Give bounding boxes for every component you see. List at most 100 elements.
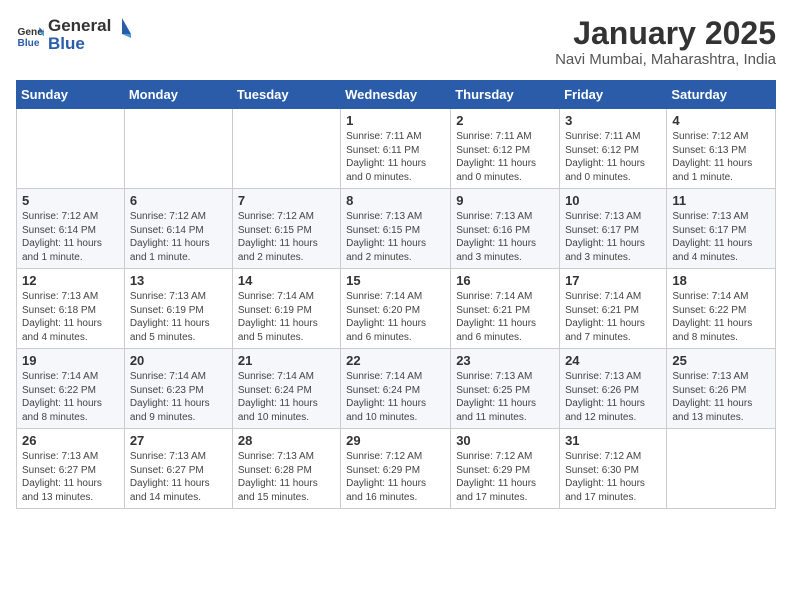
day-number: 10	[565, 193, 661, 208]
calendar-week-row: 5Sunrise: 7:12 AM Sunset: 6:14 PM Daylig…	[17, 189, 776, 269]
calendar-cell: 18 Sunrise: 7:14 AM Sunset: 6:22 PM Dayli…	[667, 269, 776, 349]
day-number: 7	[238, 193, 335, 208]
day-number: 28	[238, 433, 335, 448]
cell-content: Sunrise: 7:14 AM Sunset: 6:23 PM Dayligh…	[130, 370, 227, 424]
day-number: 16	[456, 273, 554, 288]
calendar-week-row: 1 Sunrise: 7:11 AM Sunset: 6:11 PM Daylig…	[17, 109, 776, 189]
calendar-week-row: 19 Sunrise: 7:14 AM Sunset: 6:22 PM Dayli…	[17, 349, 776, 429]
calendar-cell: 13 Sunrise: 7:13 AM Sunset: 6:19 PM Dayli…	[124, 269, 232, 349]
day-number: 22	[346, 353, 445, 368]
cell-content: Sunrise: 7:13 AM Sunset: 6:25 PM Dayligh…	[456, 370, 554, 424]
day-number: 25	[672, 353, 770, 368]
calendar-cell: 14 Sunrise: 7:14 AM Sunset: 6:19 PM Dayli…	[232, 269, 340, 349]
calendar-cell: 3 Sunrise: 7:11 AM Sunset: 6:12 PM Daylig…	[560, 109, 667, 189]
day-number: 6	[130, 193, 227, 208]
day-number: 1	[346, 113, 445, 128]
calendar-cell: 16 Sunrise: 7:14 AM Sunset: 6:21 PM Dayli…	[451, 269, 560, 349]
day-number: 12	[22, 273, 119, 288]
day-number: 27	[130, 433, 227, 448]
cell-content: Sunrise: 7:12 AM Sunset: 6:13 PM Dayligh…	[672, 130, 770, 184]
calendar-cell	[667, 429, 776, 509]
calendar-cell: 10 Sunrise: 7:13 AM Sunset: 6:17 PM Dayli…	[560, 189, 667, 269]
cell-content: Sunrise: 7:12 AM Sunset: 6:29 PM Dayligh…	[456, 450, 554, 504]
day-number: 17	[565, 273, 661, 288]
calendar-cell: 4 Sunrise: 7:12 AM Sunset: 6:13 PM Daylig…	[667, 109, 776, 189]
day-number: 19	[22, 353, 119, 368]
calendar-title: January 2025	[555, 16, 776, 51]
cell-content: Sunrise: 7:14 AM Sunset: 6:20 PM Dayligh…	[346, 290, 445, 344]
cell-content: Sunrise: 7:12 AM Sunset: 6:15 PM Dayligh…	[238, 210, 335, 264]
calendar-header-row: Sunday Monday Tuesday Wednesday Thursday…	[17, 81, 776, 109]
day-number: 3	[565, 113, 661, 128]
col-tuesday: Tuesday	[232, 81, 340, 109]
calendar-cell: 1 Sunrise: 7:11 AM Sunset: 6:11 PM Daylig…	[341, 109, 451, 189]
cell-content: Sunrise: 7:11 AM Sunset: 6:12 PM Dayligh…	[456, 130, 554, 184]
calendar-cell: 15 Sunrise: 7:14 AM Sunset: 6:20 PM Dayli…	[341, 269, 451, 349]
logo-sail-icon	[113, 16, 131, 38]
cell-content: Sunrise: 7:14 AM Sunset: 6:24 PM Dayligh…	[238, 370, 335, 424]
day-number: 4	[672, 113, 770, 128]
calendar-cell	[17, 109, 125, 189]
calendar-cell: 25 Sunrise: 7:13 AM Sunset: 6:26 PM Dayli…	[667, 349, 776, 429]
cell-content: Sunrise: 7:13 AM Sunset: 6:26 PM Dayligh…	[565, 370, 661, 424]
calendar-cell: 24 Sunrise: 7:13 AM Sunset: 6:26 PM Dayli…	[560, 349, 667, 429]
calendar-cell: 29 Sunrise: 7:12 AM Sunset: 6:29 PM Dayli…	[341, 429, 451, 509]
day-number: 14	[238, 273, 335, 288]
logo: General Blue General Blue	[16, 16, 131, 54]
cell-content: Sunrise: 7:14 AM Sunset: 6:22 PM Dayligh…	[672, 290, 770, 344]
col-thursday: Thursday	[451, 81, 560, 109]
day-number: 8	[346, 193, 445, 208]
cell-content: Sunrise: 7:14 AM Sunset: 6:22 PM Dayligh…	[22, 370, 119, 424]
cell-content: Sunrise: 7:14 AM Sunset: 6:21 PM Dayligh…	[456, 290, 554, 344]
cell-content: Sunrise: 7:13 AM Sunset: 6:17 PM Dayligh…	[672, 210, 770, 264]
day-number: 2	[456, 113, 554, 128]
day-number: 15	[346, 273, 445, 288]
calendar-cell: 5Sunrise: 7:12 AM Sunset: 6:14 PM Daylig…	[17, 189, 125, 269]
calendar-cell: 20Sunrise: 7:14 AM Sunset: 6:23 PM Dayli…	[124, 349, 232, 429]
cell-content: Sunrise: 7:12 AM Sunset: 6:14 PM Dayligh…	[130, 210, 227, 264]
cell-content: Sunrise: 7:13 AM Sunset: 6:27 PM Dayligh…	[22, 450, 119, 504]
calendar-cell: 17 Sunrise: 7:14 AM Sunset: 6:21 PM Dayli…	[560, 269, 667, 349]
day-number: 26	[22, 433, 119, 448]
col-wednesday: Wednesday	[341, 81, 451, 109]
day-number: 21	[238, 353, 335, 368]
day-number: 30	[456, 433, 554, 448]
calendar-cell: 27 Sunrise: 7:13 AM Sunset: 6:27 PM Dayli…	[124, 429, 232, 509]
cell-content: Sunrise: 7:13 AM Sunset: 6:17 PM Dayligh…	[565, 210, 661, 264]
col-friday: Friday	[560, 81, 667, 109]
calendar-cell: 9Sunrise: 7:13 AM Sunset: 6:16 PM Daylig…	[451, 189, 560, 269]
cell-content: Sunrise: 7:13 AM Sunset: 6:19 PM Dayligh…	[130, 290, 227, 344]
calendar-subtitle: Navi Mumbai, Maharashtra, India	[555, 51, 776, 68]
calendar-cell: 19 Sunrise: 7:14 AM Sunset: 6:22 PM Dayli…	[17, 349, 125, 429]
col-sunday: Sunday	[17, 81, 125, 109]
calendar-cell: 22Sunrise: 7:14 AM Sunset: 6:24 PM Dayli…	[341, 349, 451, 429]
cell-content: Sunrise: 7:13 AM Sunset: 6:26 PM Dayligh…	[672, 370, 770, 424]
calendar-cell: 2 Sunrise: 7:11 AM Sunset: 6:12 PM Daylig…	[451, 109, 560, 189]
day-number: 13	[130, 273, 227, 288]
cell-content: Sunrise: 7:12 AM Sunset: 6:29 PM Dayligh…	[346, 450, 445, 504]
calendar-cell: 31 Sunrise: 7:12 AM Sunset: 6:30 PM Dayli…	[560, 429, 667, 509]
day-number: 18	[672, 273, 770, 288]
cell-content: Sunrise: 7:14 AM Sunset: 6:19 PM Dayligh…	[238, 290, 335, 344]
svg-text:Blue: Blue	[18, 38, 40, 49]
calendar-cell	[232, 109, 340, 189]
cell-content: Sunrise: 7:12 AM Sunset: 6:30 PM Dayligh…	[565, 450, 661, 504]
cell-content: Sunrise: 7:13 AM Sunset: 6:27 PM Dayligh…	[130, 450, 227, 504]
day-number: 24	[565, 353, 661, 368]
cell-content: Sunrise: 7:11 AM Sunset: 6:11 PM Dayligh…	[346, 130, 445, 184]
cell-content: Sunrise: 7:12 AM Sunset: 6:14 PM Dayligh…	[22, 210, 119, 264]
calendar-cell: 30 Sunrise: 7:12 AM Sunset: 6:29 PM Dayli…	[451, 429, 560, 509]
day-number: 31	[565, 433, 661, 448]
page-header: General Blue General Blue January 2025 N…	[16, 16, 776, 68]
calendar-cell: 7 Sunrise: 7:12 AM Sunset: 6:15 PM Daylig…	[232, 189, 340, 269]
calendar-cell: 11Sunrise: 7:13 AM Sunset: 6:17 PM Dayli…	[667, 189, 776, 269]
cell-content: Sunrise: 7:13 AM Sunset: 6:18 PM Dayligh…	[22, 290, 119, 344]
cell-content: Sunrise: 7:14 AM Sunset: 6:21 PM Dayligh…	[565, 290, 661, 344]
day-number: 29	[346, 433, 445, 448]
cell-content: Sunrise: 7:13 AM Sunset: 6:15 PM Dayligh…	[346, 210, 445, 264]
title-area: January 2025 Navi Mumbai, Maharashtra, I…	[555, 16, 776, 68]
calendar-cell: 6 Sunrise: 7:12 AM Sunset: 6:14 PM Daylig…	[124, 189, 232, 269]
day-number: 23	[456, 353, 554, 368]
day-number: 9	[456, 193, 554, 208]
cell-content: Sunrise: 7:11 AM Sunset: 6:12 PM Dayligh…	[565, 130, 661, 184]
